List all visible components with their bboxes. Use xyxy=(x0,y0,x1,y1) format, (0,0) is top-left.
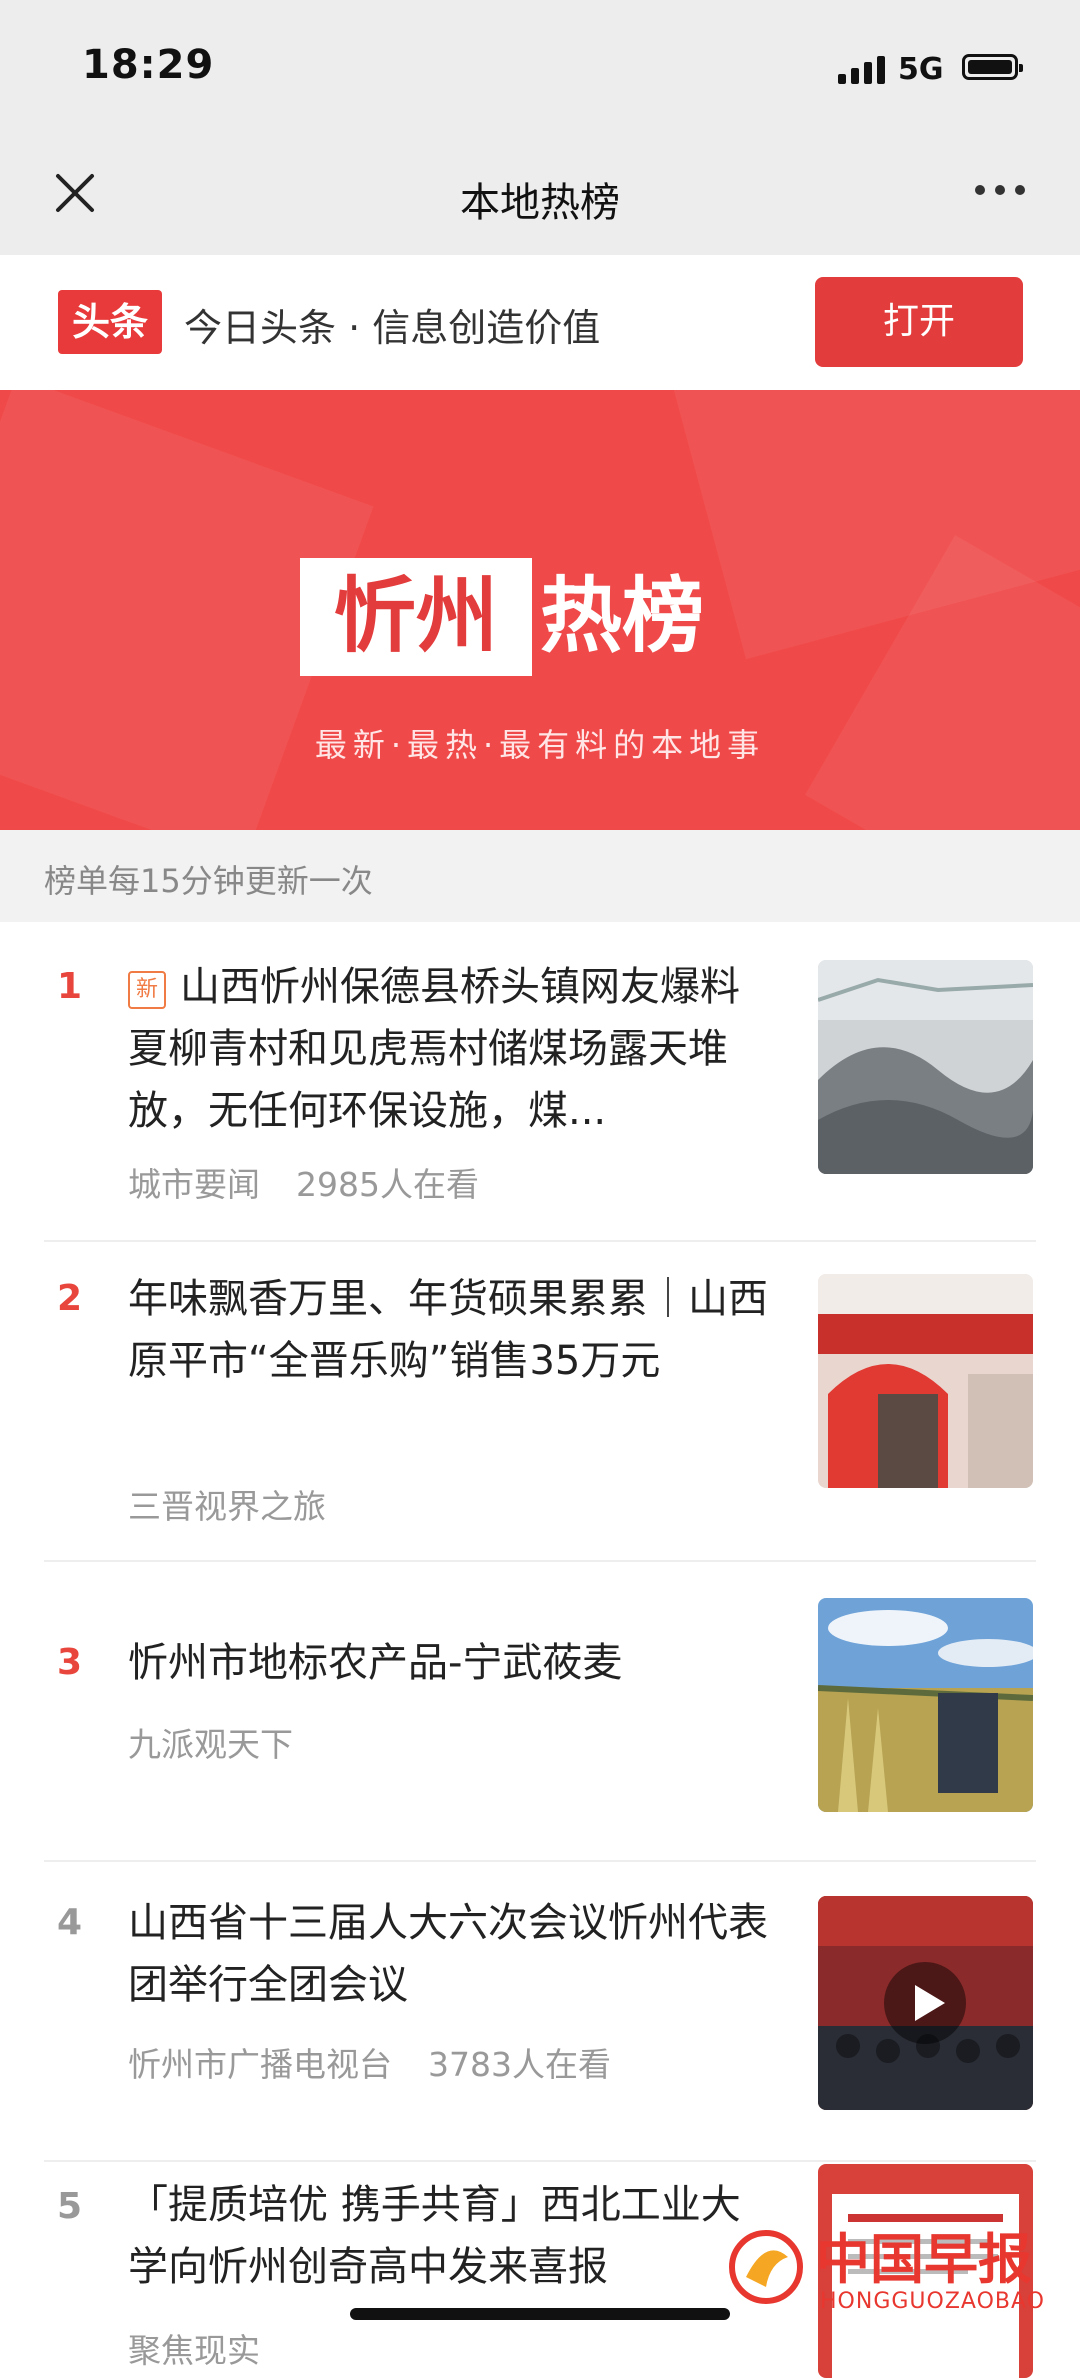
item-views: 3783人在看 xyxy=(428,2045,611,2084)
item-title: 新山西忻州保德县桥头镇网友爆料夏柳青村和见虎焉村储煤场露天堆放，无任何环保设施，… xyxy=(128,956,768,1142)
app-promo-bar: 头条 今日头条 · 信息创造价值 打开 xyxy=(0,255,1080,390)
list-item[interactable]: 3 忻州市地标农产品-宁武莜麦 九派观天下 xyxy=(0,1562,1080,1862)
list-item[interactable]: 2 年味飘香万里、年货硕果累累｜山西原平市“全晋乐购”销售35万元 三晋视界之旅 xyxy=(0,1242,1080,1562)
list-item[interactable]: 1 新山西忻州保德县桥头镇网友爆料夏柳青村和见虎焉村储煤场露天堆放，无任何环保设… xyxy=(0,922,1080,1242)
status-time: 18:29 xyxy=(82,42,215,88)
rank-number: 3 xyxy=(57,1642,83,1683)
play-icon[interactable] xyxy=(882,1960,968,2046)
network-type: 5G xyxy=(898,52,944,87)
update-note: 榜单每15分钟更新一次 xyxy=(44,862,373,900)
open-app-button[interactable]: 打开 xyxy=(815,277,1023,367)
banner-hot-list: 热榜 xyxy=(540,569,705,664)
item-title: 年味飘香万里、年货硕果累累｜山西原平市“全晋乐购”销售35万元 xyxy=(128,1276,768,1384)
item-source: 聚焦现实 xyxy=(128,2331,260,2370)
item-title: 忻州市地标农产品-宁武莜麦 xyxy=(128,1640,623,1686)
signal-icon xyxy=(838,54,888,84)
item-source: 三晋视界之旅 xyxy=(128,1487,326,1526)
item-title-text: 山西忻州保德县桥头镇网友爆料夏柳青村和见虎焉村储煤场露天堆放，无任何环保设施，煤… xyxy=(128,964,740,1134)
app-slogan: 今日头条 · 信息创造价值 xyxy=(184,306,601,350)
rank-number: 5 xyxy=(57,2186,83,2227)
item-source: 九派观天下 xyxy=(128,1725,293,1764)
toutiao-logo: 头条 xyxy=(58,290,162,354)
rank-number: 2 xyxy=(57,1278,83,1319)
home-indicator[interactable] xyxy=(350,2308,730,2320)
rank-number: 1 xyxy=(57,966,83,1007)
watermark: 中国早报 HONGGUOZAOBAO xyxy=(720,2215,1080,2340)
rank-number: 4 xyxy=(57,1902,83,1943)
item-title: 山西省十三届人大六次会议忻州代表团举行全团会议 xyxy=(128,1900,768,2008)
status-bar: 18:29 5G xyxy=(0,0,1080,140)
item-meta: 忻州市广播电视台 3783人在看 xyxy=(128,2038,611,2086)
nav-bar: 本地热榜 xyxy=(0,140,1080,255)
watermark-text: 中国早报 xyxy=(816,2228,1032,2291)
item-thumbnail xyxy=(818,1598,1033,1812)
list-item[interactable]: 4 山西省十三届人大六次会议忻州代表团举行全团会议 忻州市广播电视台 3783人在… xyxy=(0,1862,1080,2162)
item-thumbnail xyxy=(818,1274,1033,1488)
new-tag-icon: 新 xyxy=(128,971,166,1009)
more-icon[interactable] xyxy=(972,180,1028,200)
item-views: 2985人在看 xyxy=(296,1165,479,1204)
item-thumbnail xyxy=(818,960,1033,1174)
page-title: 本地热榜 xyxy=(460,180,620,226)
item-meta: 城市要闻 2985人在看 xyxy=(128,1158,479,1206)
item-title: 「提质培优 携手共育」西北工业大学向忻州创奇高中发来喜报 xyxy=(128,2182,741,2290)
update-note-strip: 榜单每15分钟更新一次 xyxy=(0,830,1080,922)
item-source: 城市要闻 xyxy=(128,1165,260,1204)
watermark-logo-icon xyxy=(729,2230,803,2304)
hot-list-banner: 忻州 热榜 最新·最热·最有料的本地事 xyxy=(0,390,1080,830)
banner-subtitle: 最新·最热·最有料的本地事 xyxy=(314,726,766,764)
battery-icon xyxy=(962,54,1023,80)
item-source: 忻州市广播电视台 xyxy=(128,2045,392,2084)
banner-city: 忻州 xyxy=(333,569,498,664)
watermark-subtext: HONGGUOZAOBAO xyxy=(820,2289,1045,2314)
